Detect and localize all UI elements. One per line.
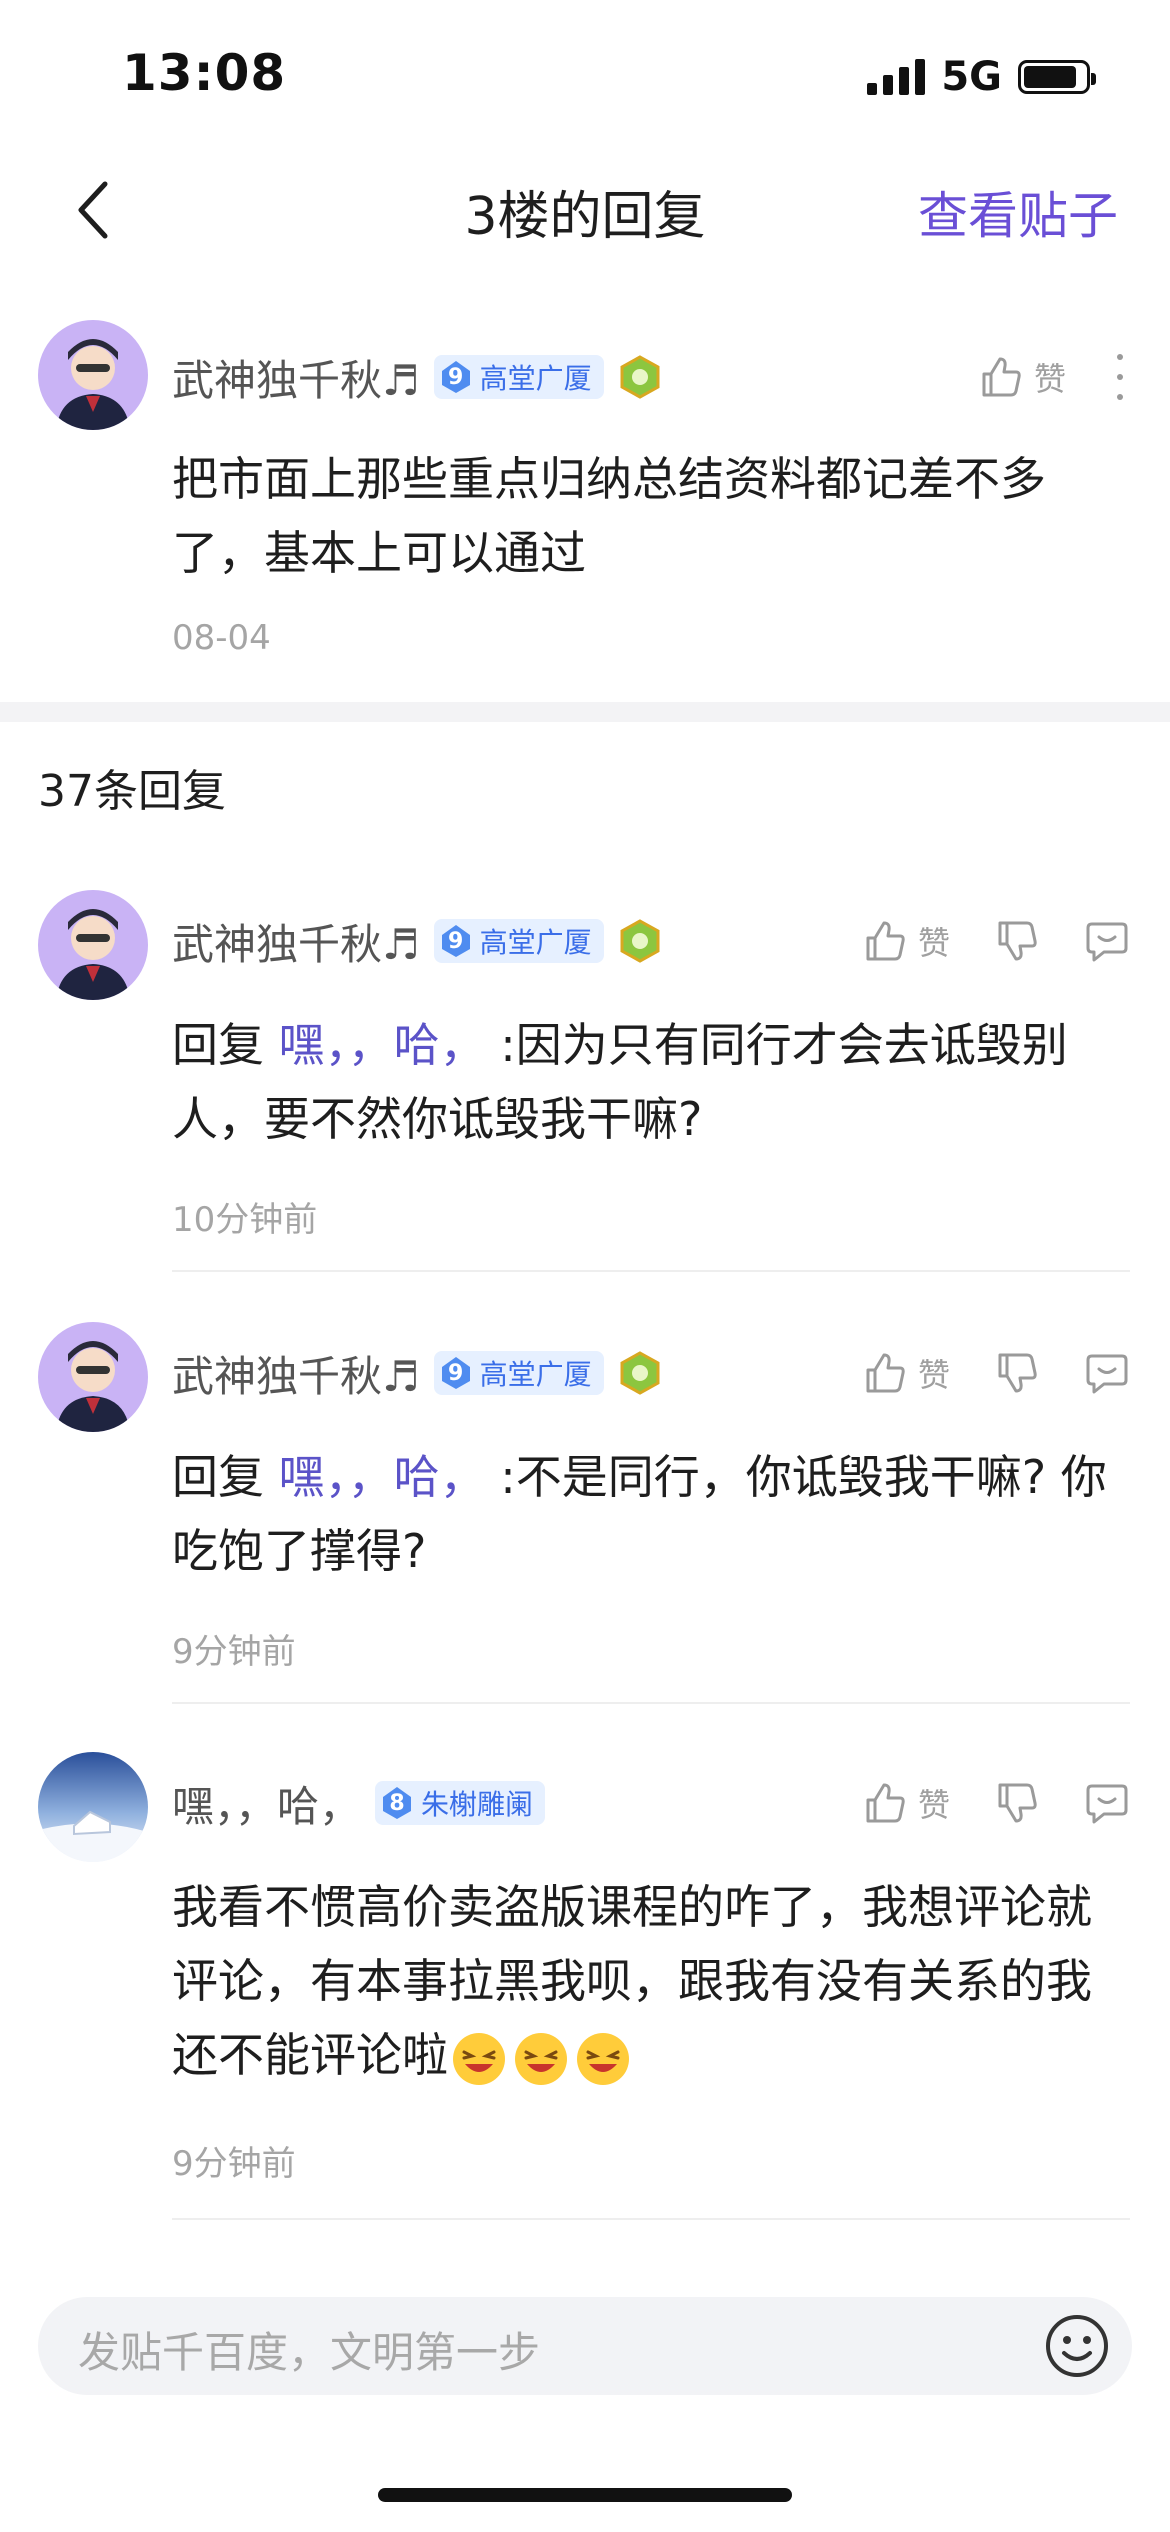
- user-row: 武神独千秋♬ 9 高堂广厦: [172, 906, 662, 976]
- reply-actions: 赞: [862, 1338, 1130, 1408]
- comment-text: 把市面上那些重点归纳总结资料都记差不多了，基本上可以通过: [172, 452, 1046, 580]
- divider: [172, 1270, 1130, 1272]
- thumbs-up-icon: [866, 921, 905, 961]
- thumbs-down-icon[interactable]: [994, 1350, 1040, 1396]
- more-options-icon[interactable]: [1110, 354, 1130, 400]
- avatar[interactable]: [38, 1322, 148, 1432]
- honor-badge-icon: [620, 1351, 660, 1395]
- comment-bubble-icon[interactable]: [1084, 918, 1130, 964]
- laughing-emoji-icon: [448, 2028, 634, 2085]
- badge-text: 朱榭雕阑: [421, 1788, 534, 1821]
- nav-bar: 3楼的回复 查看贴子: [0, 150, 1170, 280]
- comment-time: 08-04: [172, 618, 271, 658]
- level-badge: 8 朱榭雕阑: [375, 1781, 546, 1825]
- level-badge: 9 高堂广厦: [433, 1351, 604, 1395]
- user-name[interactable]: 嘿，，哈，: [172, 1773, 361, 1834]
- reply-text: 回复 嘿，，哈， :不是同行，你诋毁我干嘛? 你吃饱了撑得?: [172, 1450, 1107, 1578]
- user-row: 武神独千秋♬ 9 高堂广厦: [172, 1338, 662, 1408]
- comment-actions: 赞: [978, 342, 1130, 412]
- status-indicators: 5G: [867, 52, 1096, 102]
- level-icon: 9: [438, 1355, 474, 1391]
- thumbs-up-icon: [982, 357, 1021, 397]
- like-button[interactable]: 赞: [862, 918, 950, 964]
- honor-badge-icon: [620, 355, 660, 399]
- like-label: 赞: [917, 1786, 950, 1824]
- mention-link[interactable]: 嘿，，哈，: [279, 1018, 486, 1072]
- reply-time: 9分钟前: [172, 1632, 296, 1672]
- divider: [172, 2218, 1130, 2220]
- reply-actions: 赞: [862, 1768, 1130, 1838]
- battery-icon: [1018, 60, 1096, 94]
- user-row: 嘿，，哈， 8 朱榭雕阑: [172, 1768, 546, 1838]
- level-badge: 9 高堂广厦: [433, 355, 604, 399]
- badge-text: 高堂广厦: [479, 1358, 592, 1391]
- signal-icon: [867, 59, 926, 95]
- section-divider: [0, 702, 1170, 722]
- reply-count: 37条回复: [38, 766, 226, 817]
- home-indicator: [378, 2488, 792, 2502]
- thumbs-up-icon: [866, 1353, 905, 1393]
- like-button[interactable]: 赞: [862, 1780, 950, 1826]
- reply-text: 我看不惯高价卖盗版课程的咋了，我想评论就评论，有本事拉黑我呗，跟我有没有关系的我…: [172, 1870, 1112, 2092]
- user-row: 武神独千秋♬ 9 高堂广厦: [172, 342, 662, 412]
- like-label: 赞: [1033, 360, 1066, 398]
- user-name[interactable]: 武神独千秋♬: [172, 911, 420, 972]
- level-badge: 9 高堂广厦: [433, 919, 604, 963]
- level-icon: 9: [438, 923, 474, 959]
- honor-badge-icon: [620, 919, 660, 963]
- comment-bubble-icon[interactable]: [1084, 1350, 1130, 1396]
- badge-text: 高堂广厦: [479, 362, 592, 395]
- status-bar: 13:08 5G: [0, 0, 1170, 150]
- mention-link[interactable]: 嘿，，哈，: [279, 1450, 486, 1504]
- thumbs-down-icon[interactable]: [994, 918, 1040, 964]
- reply-input[interactable]: 发贴千百度，文明第一步: [38, 2297, 1132, 2395]
- comment-bubble-icon[interactable]: [1084, 1780, 1130, 1826]
- like-label: 赞: [917, 1356, 950, 1394]
- avatar[interactable]: [38, 320, 148, 430]
- reply-actions: 赞: [862, 906, 1130, 976]
- reply-time: 9分钟前: [172, 2144, 296, 2184]
- user-name[interactable]: 武神独千秋♬: [172, 1343, 420, 1404]
- thumbs-up-icon: [866, 1783, 905, 1823]
- emoji-icon[interactable]: [1044, 2313, 1110, 2379]
- network-label: 5G: [941, 54, 1002, 100]
- thumbs-down-icon[interactable]: [994, 1780, 1040, 1826]
- avatar[interactable]: [38, 890, 148, 1000]
- divider: [172, 1702, 1130, 1704]
- like-button[interactable]: 赞: [978, 354, 1066, 400]
- like-label: 赞: [917, 924, 950, 962]
- status-time: 13:08: [122, 44, 287, 102]
- view-post-link[interactable]: 查看贴子: [918, 176, 1118, 248]
- input-placeholder: 发贴千百度，文明第一步: [78, 2328, 541, 2377]
- avatar[interactable]: [38, 1752, 148, 1862]
- level-icon: 9: [438, 359, 474, 395]
- reply-text: 回复 嘿，，哈， :因为只有同行才会去诋毁别人，要不然你诋毁我干嘛?: [172, 1018, 1068, 1146]
- reply-time: 10分钟前: [172, 1200, 318, 1240]
- badge-text: 高堂广厦: [479, 926, 592, 959]
- like-button[interactable]: 赞: [862, 1350, 950, 1396]
- user-name[interactable]: 武神独千秋♬: [172, 347, 420, 408]
- level-icon: 8: [379, 1785, 415, 1821]
